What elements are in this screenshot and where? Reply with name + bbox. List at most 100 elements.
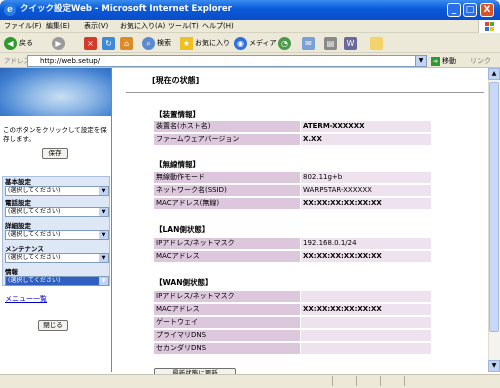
heading-divider <box>126 92 484 93</box>
ie-logo-icon: e <box>4 4 16 16</box>
wan-ip-label: IPアドレス/ネットマスク <box>154 291 300 302</box>
links-button[interactable]: リンク <box>470 56 491 67</box>
chevron-down-icon: ▼ <box>99 208 108 216</box>
chevron-down-icon: ▼ <box>99 187 108 195</box>
print-icon: ▤ <box>324 36 337 50</box>
wan-mac-value: XX:XX:XX:XX:XX:XX <box>301 304 431 315</box>
refresh-browser-button[interactable]: ↻ <box>102 36 117 51</box>
search-button[interactable]: ⌕ 検索 <box>142 36 171 51</box>
close-page-button[interactable]: 閉じる <box>38 320 68 331</box>
info-title: 情報 <box>5 268 18 276</box>
star-icon: ★ <box>180 36 193 50</box>
mail-button[interactable]: ✉ <box>302 36 317 51</box>
status-divider <box>380 376 381 386</box>
stop-icon: × <box>84 36 97 50</box>
back-label: 戻る <box>19 39 33 47</box>
advanced-settings-select-value: (選択してください) <box>8 231 61 238</box>
secondary-dns-label: セカンダリDNS <box>154 343 300 354</box>
basic-settings-select[interactable]: (選択してください) ▼ <box>5 186 109 196</box>
wan-ip-value <box>301 291 431 302</box>
stop-button[interactable]: × <box>84 36 99 51</box>
save-button[interactable]: 保存 <box>42 148 68 159</box>
gateway-value <box>301 317 431 328</box>
go-button[interactable]: ➔ 移動 <box>431 56 456 67</box>
wireless-info-title: 【無線情報】 <box>155 160 200 169</box>
search-label: 検索 <box>157 39 171 47</box>
menu-favorites[interactable]: お気に入り(A) <box>120 21 165 32</box>
lan-ip-label: IPアドレス/ネットマスク <box>154 238 300 249</box>
close-button[interactable]: X <box>480 3 494 17</box>
media-button[interactable]: ◉ メディア <box>234 36 277 51</box>
media-label: メディア <box>249 39 277 47</box>
discuss-button[interactable] <box>370 36 385 51</box>
menu-help[interactable]: ヘルプ(H) <box>202 21 234 32</box>
address-dropdown-arrow[interactable]: ▼ <box>415 55 427 67</box>
forward-button[interactable]: ▶ <box>52 36 67 51</box>
print-button[interactable]: ▤ <box>324 36 339 51</box>
phone-settings-title: 電話設定 <box>5 199 31 207</box>
address-url: http://web.setup/ <box>40 57 101 65</box>
status-divider <box>332 376 333 386</box>
scroll-down-arrow[interactable]: ▼ <box>488 360 500 372</box>
chevron-down-icon: ▼ <box>99 231 108 239</box>
phone-settings-select-value: (選択してください) <box>8 208 61 215</box>
edit-button[interactable]: W <box>344 36 359 51</box>
wireless-mode-value: 802.11g+b <box>301 172 431 183</box>
maintenance-title: メンテナンス <box>5 245 44 253</box>
mail-icon: ✉ <box>302 36 315 50</box>
menu-tools[interactable]: ツール(T) <box>168 21 199 32</box>
history-button[interactable]: ◔ <box>278 36 293 51</box>
device-info-title: 【装置情報】 <box>155 110 200 119</box>
page-title: [現在の状態] <box>152 76 200 85</box>
lan-status-title: 【LAN側状態】 <box>155 225 210 234</box>
scroll-up-arrow[interactable]: ▲ <box>488 68 500 80</box>
favorites-button[interactable]: ★ お気に入り <box>180 36 230 51</box>
status-bar <box>0 374 500 388</box>
secondary-dns-value <box>301 343 431 354</box>
info-select[interactable]: (選択してください) ▼ <box>5 276 109 286</box>
menu-bar <box>0 20 500 33</box>
wireless-mode-label: 無線動作モード <box>154 172 300 183</box>
menu-file[interactable]: ファイル(F) <box>4 21 42 32</box>
menu-edit[interactable]: 編集(E) <box>46 21 70 32</box>
history-icon: ◔ <box>278 36 291 50</box>
status-divider <box>404 376 405 386</box>
windows-flag-icon <box>478 20 500 33</box>
lan-ip-value: 192.168.0.1/24 <box>301 238 431 249</box>
chevron-down-icon: ▼ <box>99 277 108 285</box>
home-icon: ⌂ <box>120 36 133 50</box>
info-select-value: (選択してください) <box>8 277 61 284</box>
address-input[interactable]: http://web.setup/ <box>27 55 427 67</box>
ssid-label: ネットワーク名(SSID) <box>154 185 300 196</box>
ssid-value: WARPSTAR-XXXXXX <box>301 185 431 196</box>
window-title: クイック設定Web - Microsoft Internet Explorer <box>20 4 232 14</box>
refresh-icon: ↻ <box>102 36 115 50</box>
menu-view[interactable]: 表示(V) <box>84 21 108 32</box>
go-label: 移動 <box>442 57 456 65</box>
menu-list-link[interactable]: メニュー一覧 <box>5 295 47 304</box>
maintenance-select[interactable]: (選択してください) ▼ <box>5 253 109 263</box>
search-icon: ⌕ <box>142 36 155 50</box>
scroll-thumb[interactable] <box>489 82 499 332</box>
lan-mac-value: XX:XX:XX:XX:XX:XX <box>301 251 431 262</box>
gateway-label: ゲートウェイ <box>154 317 300 328</box>
status-divider <box>356 376 357 386</box>
edit-icon: W <box>344 36 357 50</box>
back-arrow-icon: ◀ <box>4 36 17 50</box>
favorites-label: お気に入り <box>195 39 230 47</box>
phone-settings-select[interactable]: (選択してください) ▼ <box>5 207 109 217</box>
save-note: このボタンをクリックして設定を保存します。 <box>3 126 107 143</box>
advanced-settings-select[interactable]: (選択してください) ▼ <box>5 230 109 240</box>
home-button[interactable]: ⌂ <box>120 36 135 51</box>
primary-dns-label: プライマリDNS <box>154 330 300 341</box>
wan-status-title: 【WAN側状態】 <box>155 278 213 287</box>
forward-arrow-icon: ▶ <box>52 36 65 50</box>
maximize-button[interactable]: □ <box>463 3 477 17</box>
minimize-button[interactable]: _ <box>447 3 461 17</box>
back-button[interactable]: ◀ 戻る <box>4 36 33 51</box>
firmware-version-value: X.XX <box>301 134 431 145</box>
device-name-value: ATERM-XXXXXX <box>301 121 431 132</box>
advanced-settings-title: 詳細設定 <box>5 222 31 230</box>
chevron-down-icon: ▼ <box>99 254 108 262</box>
globe-banner-image <box>0 68 111 116</box>
